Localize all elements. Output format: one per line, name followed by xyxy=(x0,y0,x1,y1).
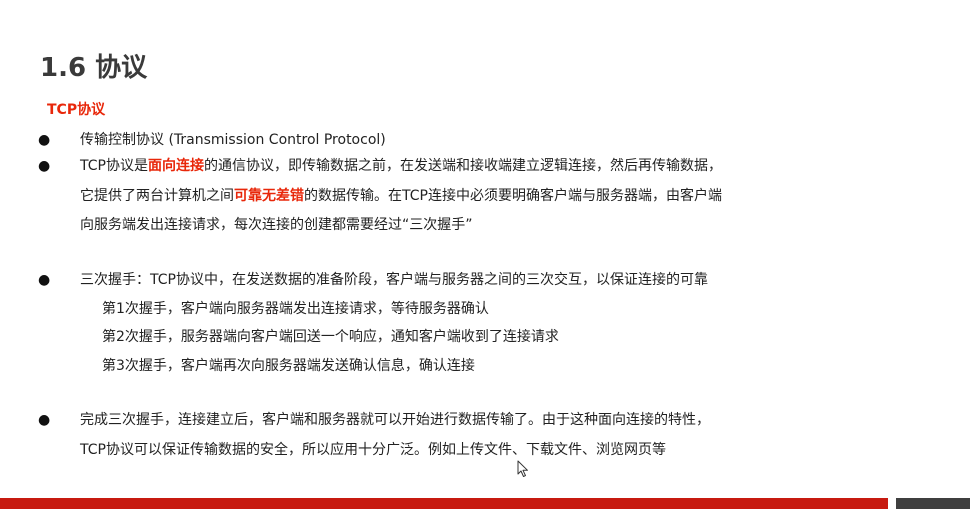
bullet-3-text: 三次握手：TCP协议中，在发送数据的准备阶段，客户端与服务器之间的三次交互，以保… xyxy=(80,272,708,288)
bullet-marker: ● xyxy=(38,272,51,288)
footer-bar-red xyxy=(0,498,888,509)
handshake-step-1: 第1次握手，客户端向服务器端发出连接请求，等待服务器确认 xyxy=(102,301,489,317)
bullet-2-line-2-pre: 它提供了两台计算机之间 xyxy=(80,188,234,204)
bullet-2-line-1-post: 的通信协议，即传输数据之前，在发送端和接收端建立逻辑连接，然后再传输数据， xyxy=(203,158,722,174)
bullet-2-line-1: TCP协议是面向连接的通信协议，即传输数据之前，在发送端和接收端建立逻辑连接，然… xyxy=(80,156,722,176)
highlight-reliable: 可靠无差错 xyxy=(234,188,304,204)
bullet-marker: ● xyxy=(38,412,51,428)
bullet-1-text: 传输控制协议 (Transmission Control Protocol) xyxy=(80,132,386,148)
bullet-2-line-2-post: 的数据传输。在TCP连接中必须要明确客户端与服务器端，由客户端 xyxy=(304,188,722,204)
bullet-marker: ● xyxy=(38,158,51,174)
highlight-connection-oriented: 面向连接 xyxy=(147,158,204,174)
slide-title: 1.6 协议 xyxy=(40,53,148,83)
bullet-4-line-1: 完成三次握手，连接建立后，客户端和服务器就可以开始进行数据传输了。由于这种面向连… xyxy=(80,412,710,428)
bullet-2-line-3: 向服务端发出连接请求，每次连接的创建都需要经过“三次握手” xyxy=(80,217,473,233)
section-heading: TCP协议 xyxy=(47,102,106,118)
mouse-pointer-icon xyxy=(517,460,528,477)
bullet-4-line-2: TCP协议可以保证传输数据的安全，所以应用十分广泛。例如上传文件、下载文件、浏览… xyxy=(80,442,666,458)
footer-bar-gray xyxy=(896,498,970,509)
bullet-marker: ● xyxy=(38,132,51,148)
handshake-step-3: 第3次握手，客户端再次向服务器端发送确认信息，确认连接 xyxy=(102,358,475,374)
handshake-step-2: 第2次握手，服务器端向客户端回送一个响应，通知客户端收到了连接请求 xyxy=(102,329,559,345)
bullet-2-line-2: 它提供了两台计算机之间可靠无差错的数据传输。在TCP连接中必须要明确客户端与服务… xyxy=(80,186,722,206)
bullet-2-line-1-pre: TCP协议是 xyxy=(80,158,148,174)
